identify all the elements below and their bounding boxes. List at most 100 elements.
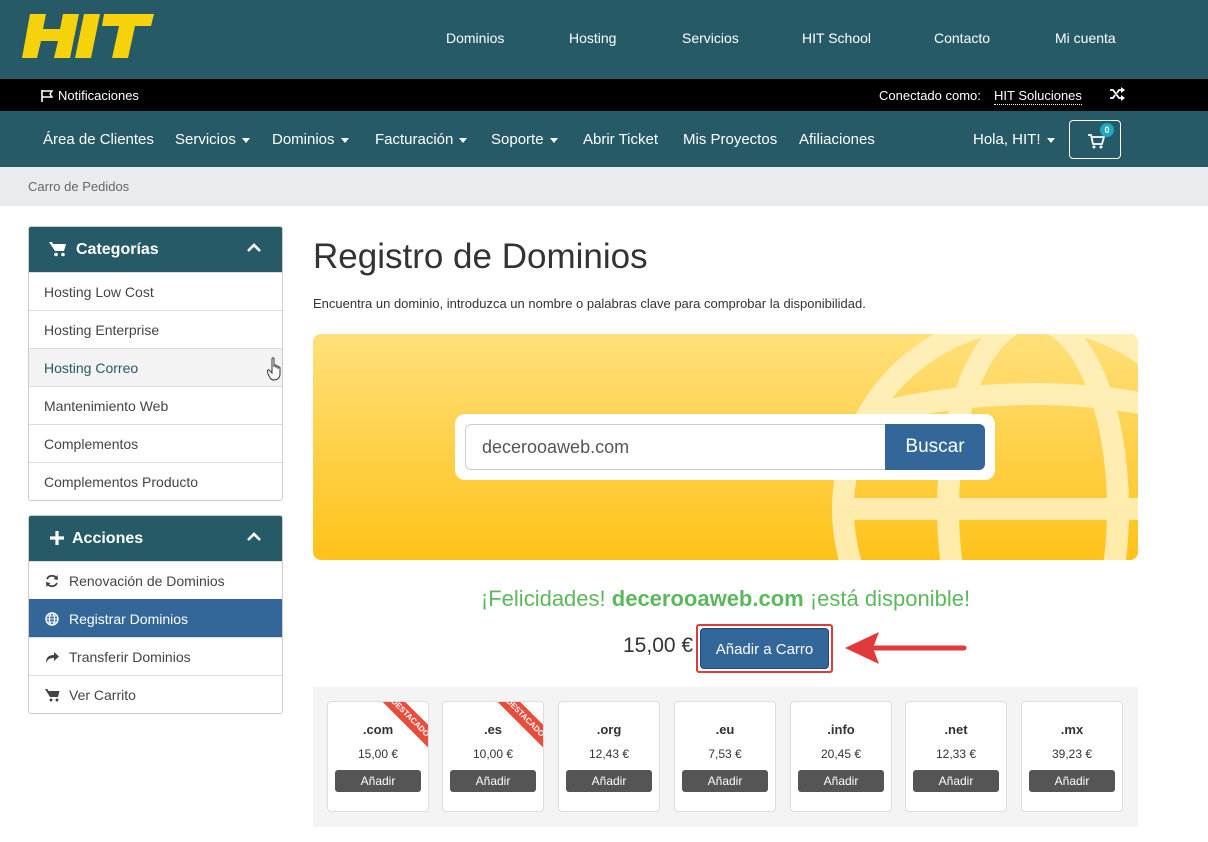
nav-afiliaciones[interactable]: Afiliaciones <box>799 131 875 148</box>
tld-card-com: DESTACADO .com 15,00 € Añadir <box>327 701 429 812</box>
share-arrow-icon <box>46 652 59 663</box>
category-hosting-correo[interactable]: Hosting Correo <box>29 348 282 386</box>
category-label: Hosting Enterprise <box>44 322 160 338</box>
tld-price: 12,43 € <box>588 747 630 761</box>
nav-label: Dominios <box>272 131 335 148</box>
nav-label: Soporte <box>491 131 544 148</box>
globe-icon <box>45 612 59 626</box>
categories-panel-header[interactable]: Categorías <box>29 227 282 272</box>
tld-name: .info <box>827 722 855 737</box>
chevron-up-icon[interactable] <box>246 241 262 255</box>
user-menu[interactable]: Hola, HIT! <box>973 131 1055 148</box>
tld-name: .org <box>596 722 622 737</box>
action-label: Transferir Dominios <box>69 649 191 665</box>
topnav-servicios[interactable]: Servicios <box>682 30 739 46</box>
annotation-arrow-icon <box>845 632 967 664</box>
nav-abrir-ticket[interactable]: Abrir Ticket <box>583 131 658 148</box>
nav-label: Afiliaciones <box>799 131 875 148</box>
tld-price: 10,00 € <box>472 747 514 761</box>
caret-down-icon <box>1046 137 1055 143</box>
domain-price: 15,00 € <box>623 634 694 657</box>
action-ver-carrito[interactable]: Ver Carrito <box>29 675 282 713</box>
category-label: Complementos Producto <box>44 474 199 490</box>
tld-price: 7,53 € <box>708 747 742 761</box>
tld-add-button[interactable]: Añadir <box>682 770 768 792</box>
flag-icon <box>41 89 54 102</box>
topnav-contacto[interactable]: Contacto <box>934 30 990 46</box>
tld-price: 20,45 € <box>820 747 862 761</box>
domain-search-input[interactable]: decerooaweb.com <box>465 424 887 470</box>
tld-add-button[interactable]: Añadir <box>913 770 999 792</box>
notification-bar: Notificaciones Conectado como: HIT Soluc… <box>0 79 1208 111</box>
category-mantenimiento-web[interactable]: Mantenimiento Web <box>29 386 282 424</box>
greeting-label: Hola, HIT! <box>973 131 1041 148</box>
tld-name: .net <box>944 722 968 737</box>
nav-soporte[interactable]: Soporte <box>491 131 558 148</box>
category-label: Complementos <box>44 436 139 452</box>
category-complementos[interactable]: Complementos <box>29 424 282 462</box>
actions-title: Acciones <box>72 530 144 547</box>
topnav-mi-cuenta[interactable]: Mi cuenta <box>1055 30 1116 46</box>
tld-add-button[interactable]: Añadir <box>1029 770 1115 792</box>
nav-label: Mis Proyectos <box>683 131 778 148</box>
add-to-cart-button[interactable]: Añadir a Carro <box>700 628 829 669</box>
tld-price: 15,00 € <box>357 747 399 761</box>
nav-label: Abrir Ticket <box>583 131 659 148</box>
topnav-hit-school[interactable]: HIT School <box>802 30 871 46</box>
congrats-prefix: ¡Felicidades! <box>480 586 606 611</box>
action-label: Renovación de Dominios <box>69 573 225 589</box>
category-complementos-producto[interactable]: Complementos Producto <box>29 462 282 500</box>
cart-button[interactable]: 0 <box>1069 120 1121 159</box>
available-domain: decerooaweb.com <box>611 586 804 611</box>
nav-label: Facturación <box>375 131 454 148</box>
nav-label: Servicios <box>175 131 236 148</box>
notifications-label: Notificaciones <box>58 88 139 103</box>
categories-title: Categorías <box>76 241 159 258</box>
action-label: Registrar Dominios <box>69 611 189 627</box>
tld-card-net: .net 12,33 € Añadir <box>905 701 1007 812</box>
tld-add-button[interactable]: Añadir <box>566 770 652 792</box>
nav-area-clientes[interactable]: Área de Clientes <box>43 131 154 148</box>
category-hosting-low-cost[interactable]: Hosting Low Cost <box>29 272 282 310</box>
tld-card-info: .info 20,45 € Añadir <box>790 701 892 812</box>
category-label: Hosting Low Cost <box>44 284 154 300</box>
hand-pointer-icon <box>267 357 281 381</box>
nav-servicios[interactable]: Servicios <box>175 131 250 148</box>
actions-panel-header[interactable]: Acciones <box>29 516 282 561</box>
tld-add-button[interactable]: Añadir <box>335 770 421 792</box>
nav-dominios[interactable]: Dominios <box>272 131 349 148</box>
plus-icon <box>50 531 64 545</box>
actions-panel: Acciones Renovación de Dominios Registra… <box>28 515 283 714</box>
availability-message: ¡Felicidades! decerooaweb.com ¡está disp… <box>313 586 1138 612</box>
category-label: Mantenimiento Web <box>44 398 169 414</box>
connected-as-label: Conectado como: <box>879 88 981 103</box>
action-transferir-dominios[interactable]: Transferir Dominios <box>29 637 282 675</box>
page-title: Registro de Dominios <box>313 237 648 276</box>
tld-add-button[interactable]: Añadir <box>798 770 884 792</box>
caret-down-icon <box>340 137 349 143</box>
tld-price: 39,23 € <box>1051 747 1093 761</box>
chevron-up-icon[interactable] <box>246 530 262 544</box>
connected-user-link[interactable]: HIT Soluciones <box>994 88 1082 105</box>
tld-card-mx: .mx 39,23 € Añadir <box>1021 701 1123 812</box>
cart-count-badge: 0 <box>1100 123 1114 137</box>
top-header: Dominios Hosting Servicios HIT School Co… <box>0 0 1208 79</box>
tld-card-org: .org 12,43 € Añadir <box>558 701 660 812</box>
topnav-dominios[interactable]: Dominios <box>446 30 504 46</box>
categories-panel: Categorías Hosting Low Cost Hosting Ente… <box>28 226 283 501</box>
cart-icon <box>45 689 60 702</box>
shuffle-icon[interactable] <box>1109 87 1125 101</box>
topnav-hosting[interactable]: Hosting <box>569 30 616 46</box>
breadcrumb-current: Carro de Pedidos <box>28 179 130 194</box>
category-hosting-enterprise[interactable]: Hosting Enterprise <box>29 310 282 348</box>
nav-facturacion[interactable]: Facturación <box>375 131 468 148</box>
tld-add-button[interactable]: Añadir <box>450 770 536 792</box>
nav-mis-proyectos[interactable]: Mis Proyectos <box>683 131 777 148</box>
action-registrar-dominios[interactable]: Registrar Dominios <box>29 599 282 637</box>
action-renovacion-dominios[interactable]: Renovación de Dominios <box>29 561 282 599</box>
breadcrumb: Carro de Pedidos <box>0 167 1208 206</box>
notifications-link[interactable]: Notificaciones <box>40 88 139 103</box>
tld-name: .eu <box>715 722 735 737</box>
search-button[interactable]: Buscar <box>885 424 985 470</box>
hit-logo[interactable] <box>22 14 154 58</box>
